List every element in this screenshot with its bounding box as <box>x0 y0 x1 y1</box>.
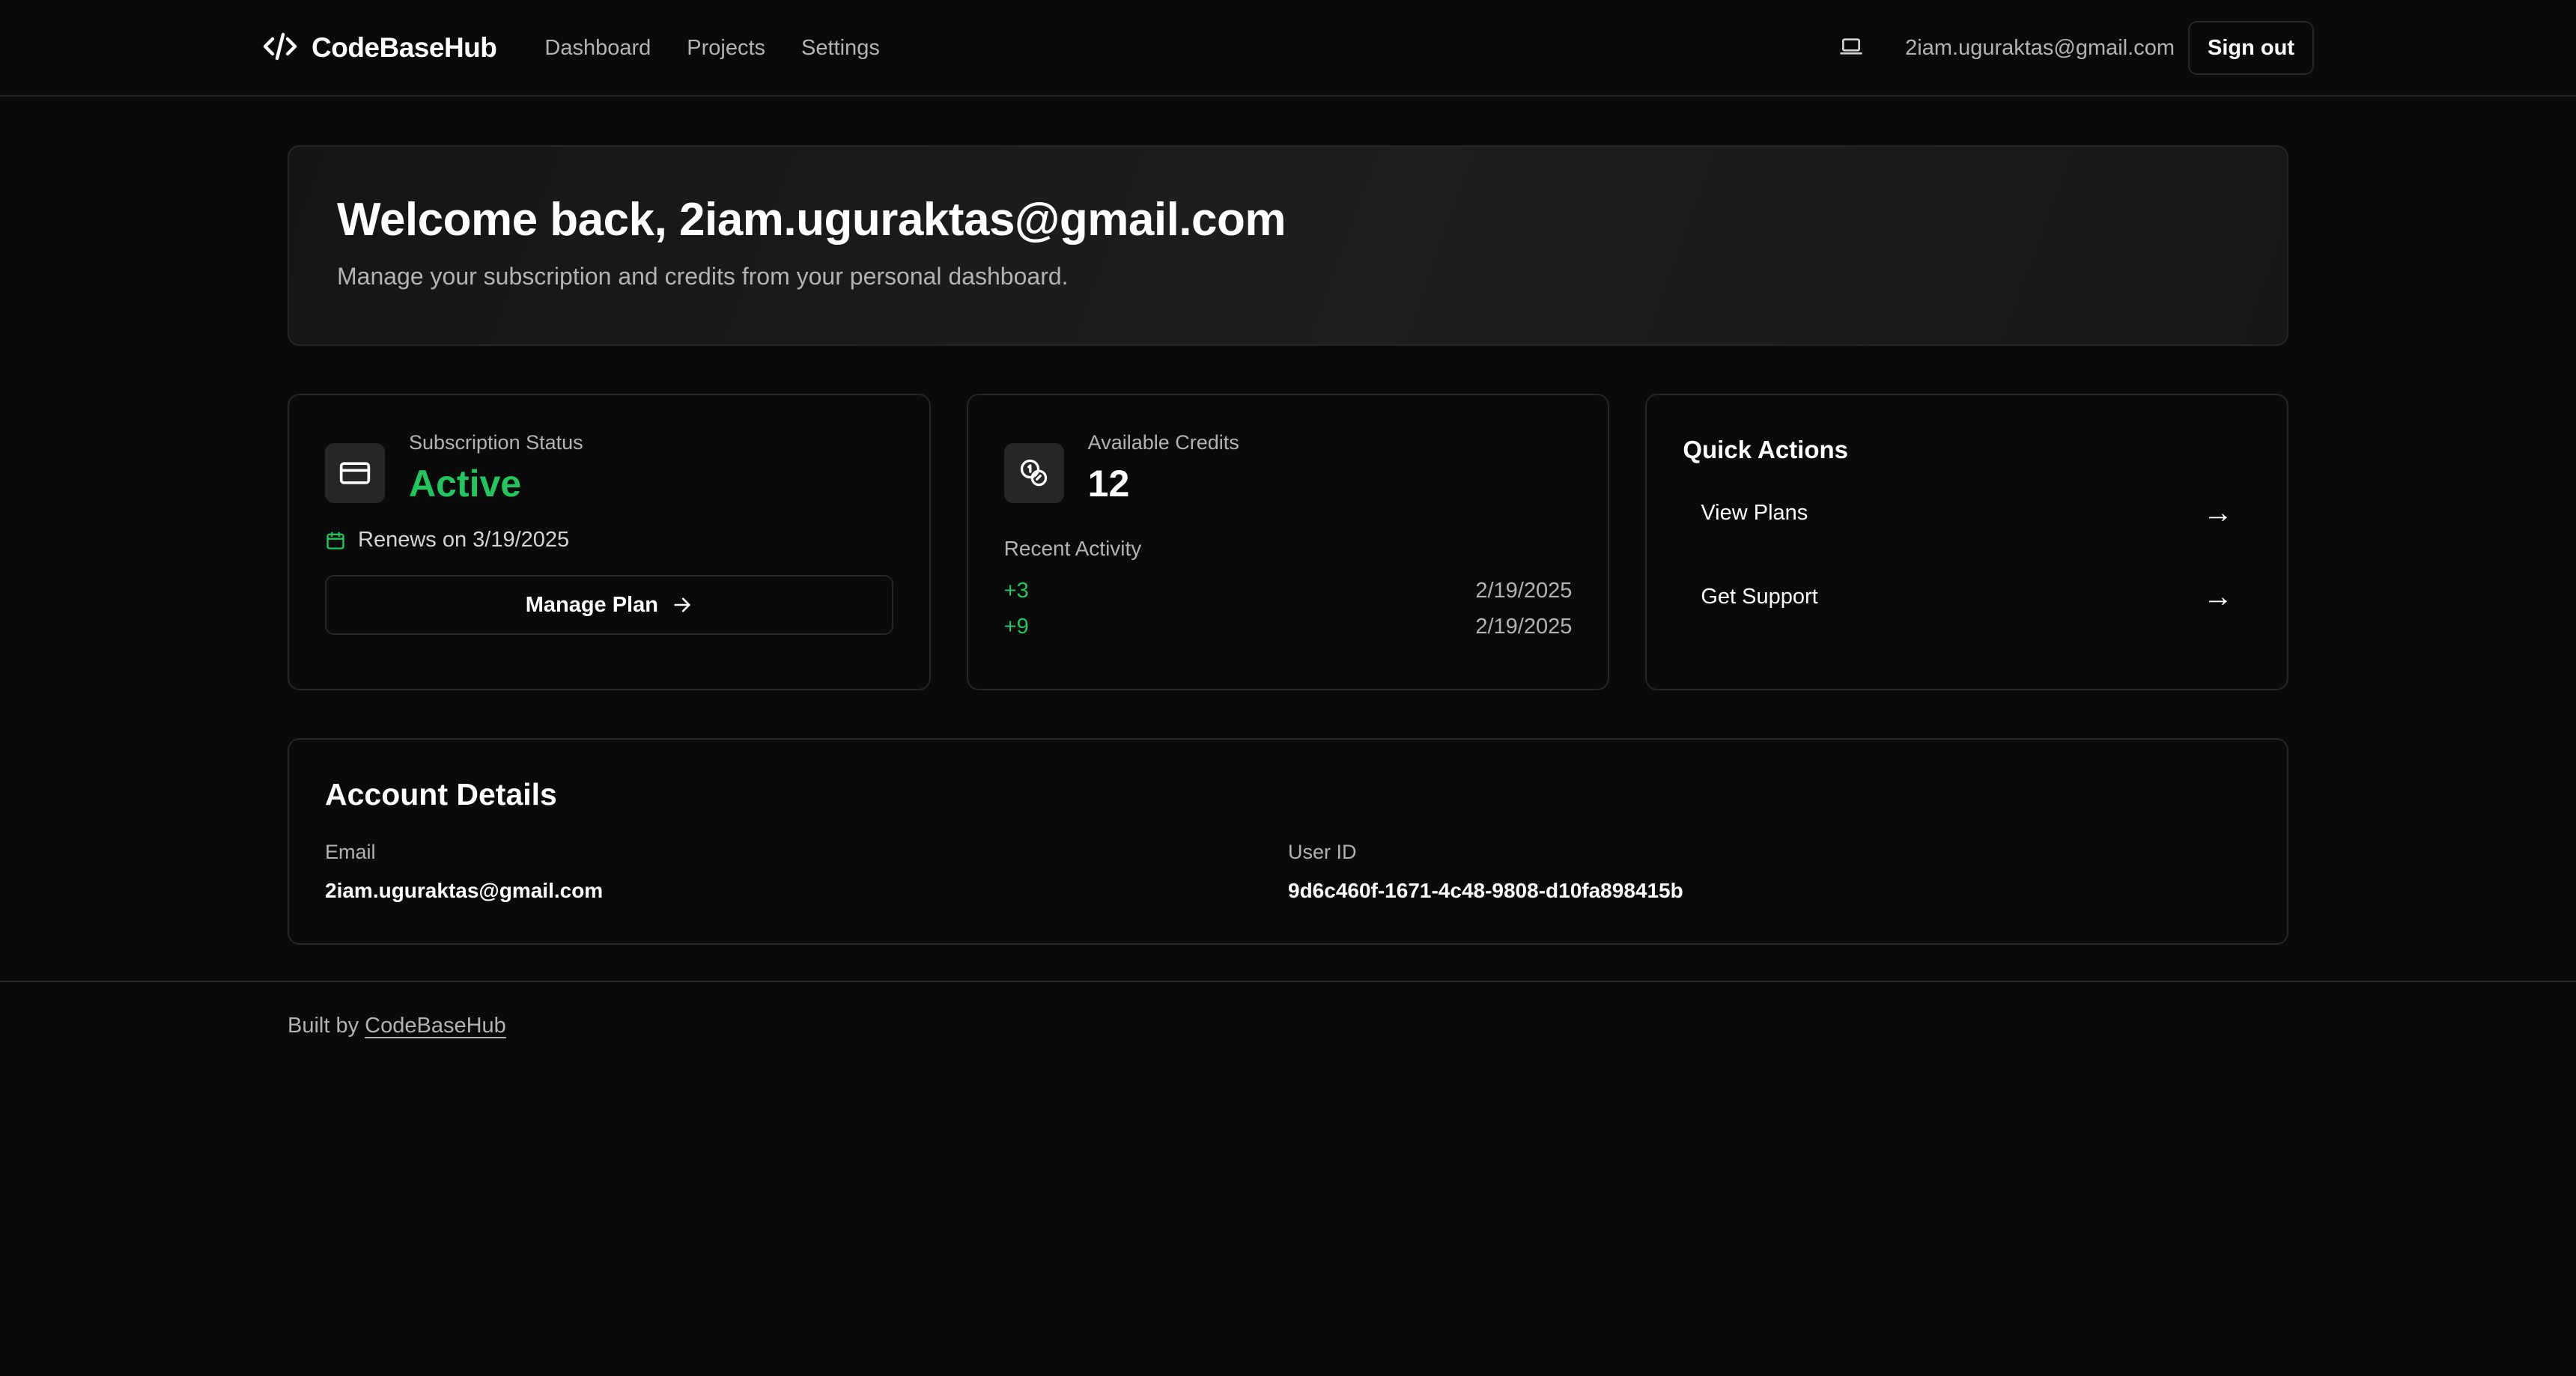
subscription-header: Subscription Status Active <box>325 431 893 505</box>
activity-date: 2/19/2025 <box>1475 615 1573 639</box>
quick-actions-card: Quick Actions View Plans → Get Support → <box>1645 394 2289 690</box>
laptop-icon[interactable] <box>1839 34 1863 62</box>
available-credits-label: Available Credits <box>1087 431 1239 454</box>
activity-amount: +3 <box>1003 579 1029 603</box>
manage-plan-button[interactable]: Manage Plan <box>325 575 893 635</box>
account-details-title: Account Details <box>325 777 557 812</box>
account-details-card: Account Details Email 2iam.uguraktas@gma… <box>288 738 2288 945</box>
code-icon <box>262 28 298 68</box>
email-label: Email <box>325 841 376 863</box>
nav-dashboard[interactable]: Dashboard <box>544 36 651 61</box>
subscription-status-label: Subscription Status <box>409 431 583 454</box>
header-inner: CodeBaseHub Dashboard Projects Settings … <box>262 0 2314 96</box>
user-id-column: User ID 9d6c460f-1671-4c48-9808-d10fa898… <box>1288 841 2251 903</box>
header-left: CodeBaseHub Dashboard Projects Settings <box>262 28 880 68</box>
top-header: CodeBaseHub Dashboard Projects Settings … <box>0 0 2576 97</box>
nav-settings[interactable]: Settings <box>801 36 880 61</box>
credits-header: Available Credits 12 <box>1003 431 1573 505</box>
subscription-status-value: Active <box>409 463 522 505</box>
credits-card: Available Credits 12 Recent Activity +3 … <box>966 394 1610 690</box>
brand-name: CodeBaseHub <box>312 32 497 63</box>
welcome-subtitle: Manage your subscription and credits fro… <box>337 263 1069 290</box>
brand-logo[interactable]: CodeBaseHub <box>262 28 497 68</box>
footer-text: Built by CodeBaseHub <box>288 1014 506 1038</box>
activity-date: 2/19/2025 <box>1475 579 1573 603</box>
view-plans-link[interactable]: View Plans → <box>1683 479 2251 547</box>
header-right: 2iam.uguraktas@gmail.com Sign out <box>1839 21 2314 75</box>
quick-actions-title: Quick Actions <box>1683 436 1848 463</box>
get-support-link[interactable]: Get Support → <box>1683 563 2251 630</box>
get-support-label: Get Support <box>1701 584 1818 609</box>
view-plans-label: View Plans <box>1701 500 1808 525</box>
credit-card-icon <box>325 443 385 503</box>
subscription-card: Subscription Status Active Renews on 3/1… <box>288 394 931 690</box>
coins-icon <box>1003 443 1064 503</box>
activity-list: +3 2/19/2025 +9 2/19/2025 <box>1004 573 1573 645</box>
welcome-title: Welcome back, 2iam.uguraktas@gmail.com <box>337 194 1287 246</box>
manage-plan-label: Manage Plan <box>525 592 658 617</box>
credits-info: Available Credits 12 <box>1088 431 1239 505</box>
renewal-info: Renews on 3/19/2025 <box>325 528 893 552</box>
arrow-right-icon <box>672 594 693 615</box>
sign-out-button[interactable]: Sign out <box>2188 21 2314 75</box>
main-content: Welcome back, 2iam.uguraktas@gmail.com M… <box>288 145 2289 945</box>
user-id-value: 9d6c460f-1671-4c48-9808-d10fa898415b <box>1288 879 1683 902</box>
recent-activity-label: Recent Activity <box>1003 537 1142 560</box>
activity-amount: +9 <box>1003 615 1029 639</box>
stats-cards: Subscription Status Active Renews on 3/1… <box>288 394 2289 690</box>
nav-projects[interactable]: Projects <box>687 36 765 61</box>
footer-brand-link[interactable]: CodeBaseHub <box>365 1014 506 1038</box>
arrow-right-icon: → <box>2203 579 2234 613</box>
main-nav: Dashboard Projects Settings <box>544 36 879 61</box>
available-credits-value: 12 <box>1087 463 1130 505</box>
footer-prefix: Built by <box>288 1014 359 1038</box>
footer: Built by CodeBaseHub <box>0 981 2576 1056</box>
user-id-label: User ID <box>1288 841 1357 863</box>
activity-row: +9 2/19/2025 <box>1004 609 1573 645</box>
arrow-right-icon: → <box>2203 496 2234 529</box>
email-column: Email 2iam.uguraktas@gmail.com <box>325 841 1288 903</box>
welcome-banner: Welcome back, 2iam.uguraktas@gmail.com M… <box>288 145 2288 346</box>
header-user-email: 2iam.uguraktas@gmail.com <box>1905 35 2175 60</box>
subscription-info: Subscription Status Active <box>409 431 583 505</box>
calendar-icon <box>325 530 346 551</box>
renewal-date: Renews on 3/19/2025 <box>358 528 570 552</box>
email-value: 2iam.uguraktas@gmail.com <box>325 879 604 902</box>
activity-row: +3 2/19/2025 <box>1004 573 1573 609</box>
account-grid: Email 2iam.uguraktas@gmail.com User ID 9… <box>325 841 2251 903</box>
